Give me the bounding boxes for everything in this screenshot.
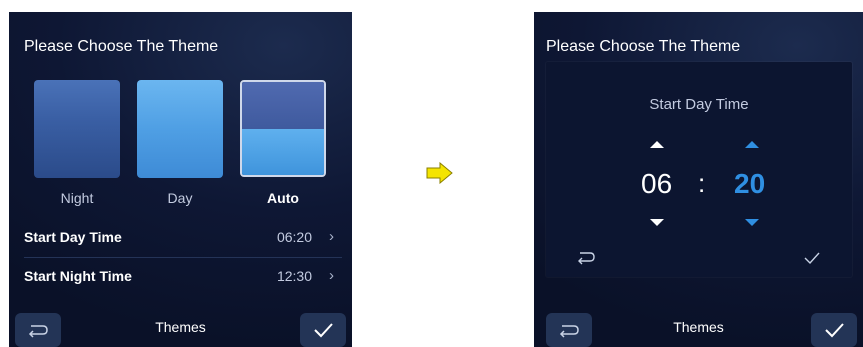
theme-thumbnail-auto[interactable] [240,80,326,177]
hour-up-icon[interactable] [650,141,664,148]
theme-label-night[interactable]: Night [34,190,120,206]
check-icon [314,323,333,338]
bottom-bar: Themes [9,307,352,347]
check-icon[interactable] [802,250,822,266]
theme-label-auto[interactable]: Auto [240,190,326,206]
time-picker-dialog: Start Day Time 06 : 20 [546,62,852,277]
row-value: 06:20 [276,229,312,245]
bottom-bar: Themes [534,307,863,347]
chevron-right-icon: › [329,267,334,284]
theme-screen-right: Please Choose The Theme Start Day Time 0… [534,12,863,347]
screen-title: Please Choose The Theme [546,38,741,55]
confirm-button[interactable] [300,313,346,347]
auto-thumb-top [242,82,324,129]
theme-thumbnail-day[interactable] [137,80,223,178]
row-start-night-time[interactable]: Start Night Time 12:30 › [24,267,342,284]
row-start-day-time[interactable]: Start Day Time 06:20 › [24,228,342,245]
theme-thumbnail-night[interactable] [34,80,120,178]
return-icon[interactable] [576,248,598,266]
minute-up-icon[interactable] [745,141,759,148]
time-separator: : [698,168,706,198]
row-label: Start Day Time [24,229,122,245]
arrow-right-icon [426,162,453,184]
theme-label-day[interactable]: Day [137,190,223,206]
hour-down-icon[interactable] [650,219,664,226]
row-label: Start Night Time [24,268,132,284]
chevron-right-icon: › [329,228,334,245]
dialog-title: Start Day Time [649,96,749,113]
theme-screen-left: Please Choose The Theme Night Day Auto S… [9,12,352,347]
auto-thumb-bottom [242,128,324,175]
screen-title: Please Choose The Theme [24,38,219,55]
confirm-button[interactable] [811,313,857,347]
hour-value[interactable]: 06 [641,168,672,200]
minute-value[interactable]: 20 [734,168,765,200]
row-value: 12:30 [276,268,312,284]
row-divider [24,257,342,258]
check-icon [825,323,844,338]
minute-down-icon[interactable] [745,219,759,226]
